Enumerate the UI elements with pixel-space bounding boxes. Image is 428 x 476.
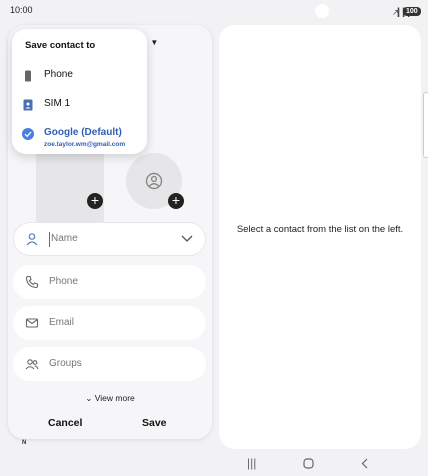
email-icon xyxy=(25,318,39,328)
phone-placeholder: Phone xyxy=(49,276,78,287)
phone-device-icon xyxy=(25,70,31,82)
name-field[interactable]: Name xyxy=(13,222,206,256)
popup-title: Save contact to xyxy=(25,40,96,51)
phone-icon xyxy=(25,275,39,289)
save-to-phone-option[interactable]: Phone xyxy=(12,66,147,90)
chevron-down-icon[interactable] xyxy=(180,233,194,245)
save-contact-to-popup: Save contact to Phone SIM 1 Google (Defa… xyxy=(12,29,147,154)
cancel-button[interactable]: Cancel xyxy=(48,417,82,429)
home-icon[interactable] xyxy=(303,458,314,469)
status-bar: 10:00 ↗▎▎▎ 100 xyxy=(0,0,428,22)
add-photo-button[interactable]: + xyxy=(87,193,103,209)
add-avatar-button[interactable]: + xyxy=(168,193,184,209)
save-to-google-option[interactable]: Google (Default) zoe.taylor.wm@gmail.com xyxy=(12,124,147,148)
edge-panel-handle[interactable] xyxy=(423,92,428,158)
groups-placeholder: Groups xyxy=(49,358,82,369)
view-more-label: View more xyxy=(94,393,135,403)
status-time: 10:00 xyxy=(10,5,33,15)
back-icon[interactable] xyxy=(360,458,370,469)
contact-detail-panel: Select a contact from the list on the le… xyxy=(219,25,421,449)
recents-icon[interactable]: ||| xyxy=(247,456,256,470)
empty-state-message: Select a contact from the list on the le… xyxy=(236,224,404,235)
email-field[interactable]: Email xyxy=(13,306,206,340)
avatar-icon xyxy=(145,172,163,190)
chevron-down-icon: ⌄ xyxy=(85,393,93,403)
phone-field[interactable]: Phone xyxy=(13,265,206,299)
view-more-button[interactable]: ⌄ View more xyxy=(8,393,212,404)
option-label: Google (Default) xyxy=(44,127,122,138)
text-cursor xyxy=(49,232,50,247)
save-to-sim-option[interactable]: SIM 1 xyxy=(12,95,147,119)
person-icon xyxy=(26,233,38,246)
name-placeholder: Name xyxy=(51,233,78,244)
check-circle-icon xyxy=(22,128,34,140)
option-label: Phone xyxy=(44,69,73,80)
chevron-down-icon: ▼ xyxy=(150,38,159,47)
groups-icon xyxy=(25,359,39,370)
battery-icon: 100 xyxy=(403,7,421,16)
navigation-bar: ||| xyxy=(0,452,428,476)
save-button[interactable]: Save xyxy=(142,417,167,429)
account-email: zoe.taylor.wm@gmail.com xyxy=(44,141,126,148)
groups-field[interactable]: Groups xyxy=(13,347,206,381)
front-camera-cutout xyxy=(315,4,329,18)
option-label: SIM 1 xyxy=(44,98,71,109)
email-placeholder: Email xyxy=(49,317,75,328)
sim-card-icon xyxy=(23,99,33,111)
keyboard-hint-letter: N xyxy=(22,440,27,446)
contact-photo-card[interactable] xyxy=(36,145,104,225)
